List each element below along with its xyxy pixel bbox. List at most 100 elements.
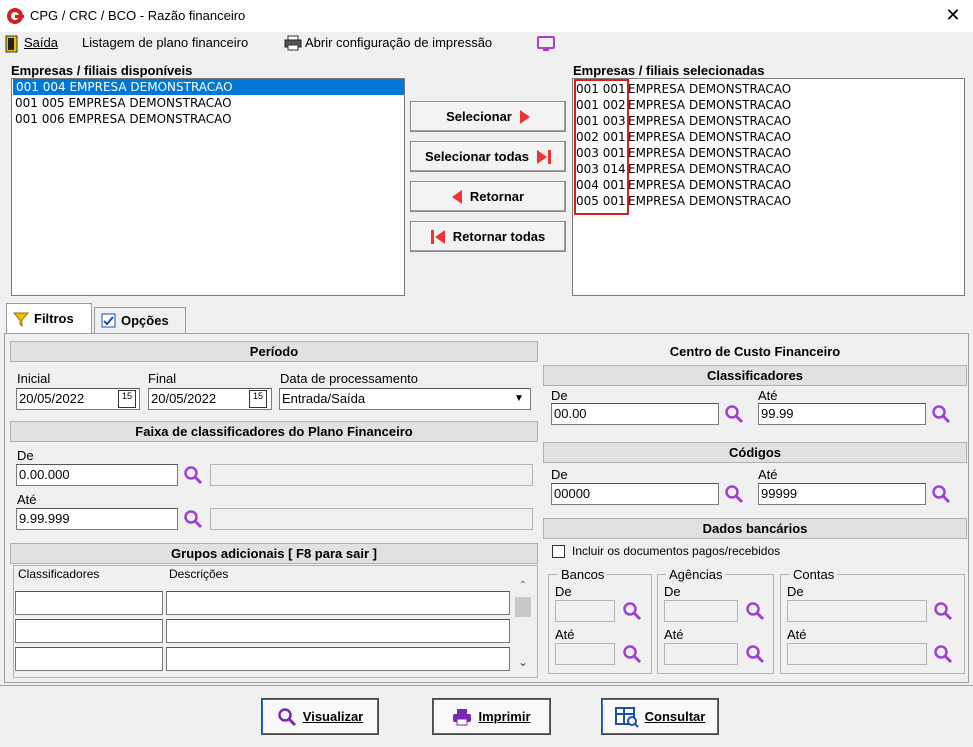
agencies-to-input[interactable] xyxy=(664,643,738,665)
table-search-icon xyxy=(614,706,639,728)
cost-codes-to-input[interactable]: 99999 xyxy=(758,483,926,505)
code-highlight-box xyxy=(574,79,629,215)
processing-date-label: Data de processamento xyxy=(280,371,419,386)
agencies-from-input[interactable] xyxy=(664,600,738,622)
grid-cell-description[interactable] xyxy=(166,591,510,615)
return-all-button[interactable]: Retornar todas xyxy=(410,221,566,252)
query-button[interactable]: Consultar xyxy=(601,698,719,735)
agencies-to-label: Até xyxy=(664,627,684,642)
selected-list[interactable]: 001 001 EMPRESA DEMONSTRACAO 001 002 EMPRE… xyxy=(572,78,965,296)
arrow-right-icon xyxy=(519,109,530,124)
cost-codes-from-input[interactable]: 00000 xyxy=(551,483,719,505)
range-to-label: Até xyxy=(17,492,37,507)
calendar-icon[interactable]: 15 xyxy=(249,390,267,408)
tab-filters[interactable]: Filtros xyxy=(6,303,92,333)
close-button[interactable]: ✕ xyxy=(940,4,966,28)
return-button[interactable]: Retornar xyxy=(410,181,566,212)
accounts-group-title: Contas xyxy=(790,567,838,582)
accounts-from-input[interactable] xyxy=(787,600,927,622)
arrow-left-icon xyxy=(451,189,462,204)
include-paid-label: Incluir os documentos pagos/recebidos xyxy=(572,544,781,558)
grid-cell-classifier[interactable] xyxy=(15,647,163,671)
list-item[interactable]: 001 005 EMPRESA DEMONSTRACAO xyxy=(12,95,404,111)
search-icon[interactable] xyxy=(622,601,642,621)
cost-center-title: Centro de Custo Financeiro xyxy=(669,344,841,359)
chevron-down-icon[interactable]: ⌄ xyxy=(513,655,533,669)
app-logo-icon xyxy=(7,8,24,24)
print-button[interactable]: Imprimir xyxy=(432,698,551,735)
printer-icon xyxy=(284,35,302,51)
search-icon[interactable] xyxy=(745,644,765,664)
cost-codes-from-label: De xyxy=(551,467,568,482)
available-list[interactable]: 001 004 EMPRESA DEMONSTRACAO 001 005 EMP… xyxy=(11,78,405,296)
grid-col-descriptions: Descrições xyxy=(169,567,229,581)
cost-class-to-label: Até xyxy=(758,388,778,403)
accounts-to-label: Até xyxy=(787,627,807,642)
menu-plan-listing[interactable]: Listagem de plano financeiro xyxy=(82,35,248,50)
banks-from-input[interactable] xyxy=(555,600,615,622)
list-item[interactable]: 001 006 EMPRESA DEMONSTRACAO xyxy=(12,111,404,127)
search-icon[interactable] xyxy=(931,404,951,424)
list-item[interactable]: 001 001 EMPRESA DEMONSTRACAO xyxy=(573,81,964,97)
grid-cell-classifier[interactable] xyxy=(15,619,163,643)
view-button[interactable]: Visualizar xyxy=(261,698,379,735)
search-icon[interactable] xyxy=(183,509,203,529)
cost-class-from-input[interactable]: 00.00 xyxy=(551,403,719,425)
cost-codes-title: Códigos xyxy=(543,442,967,463)
range-from-input[interactable]: 0.00.000 xyxy=(16,464,178,486)
initial-label: Inicial xyxy=(17,371,51,386)
processing-date-select[interactable]: Entrada/Saída xyxy=(279,388,531,410)
cost-classifiers-title: Classificadores xyxy=(543,365,967,386)
list-item[interactable]: 005 001 EMPRESA DEMONSTRACAO xyxy=(573,193,964,209)
search-icon[interactable] xyxy=(183,465,203,485)
grid-col-classifiers: Classificadores xyxy=(18,567,100,581)
grid-scrollbar[interactable]: ⌃ ⌄ xyxy=(513,580,533,675)
search-icon[interactable] xyxy=(724,484,744,504)
final-label: Final xyxy=(148,371,177,386)
banks-to-label: Até xyxy=(555,627,575,642)
search-icon[interactable] xyxy=(933,601,953,621)
include-paid-checkbox[interactable] xyxy=(552,545,565,558)
menu-exit[interactable]: Saída xyxy=(24,35,58,50)
tab-options[interactable]: Opções xyxy=(94,307,186,333)
search-icon[interactable] xyxy=(745,601,765,621)
list-item[interactable]: 001 003 EMPRESA DEMONSTRACAO xyxy=(573,113,964,129)
list-item[interactable]: 001 002 EMPRESA DEMONSTRACAO xyxy=(573,97,964,113)
grid-cell-description[interactable] xyxy=(166,647,510,671)
monitor-icon[interactable] xyxy=(536,35,556,53)
menu-print-config[interactable]: Abrir configuração de impressão xyxy=(305,35,492,50)
range-from-label: De xyxy=(17,448,34,463)
calendar-icon[interactable]: 15 xyxy=(118,390,136,408)
range-to-description xyxy=(210,508,533,530)
list-item[interactable]: 004 001 EMPRESA DEMONSTRACAO xyxy=(573,177,964,193)
select-button[interactable]: Selecionar xyxy=(410,101,566,132)
available-label: Empresas / filiais disponíveis xyxy=(11,63,193,78)
list-item[interactable]: 003 014 EMPRESA DEMONSTRACAO xyxy=(573,161,964,177)
list-item[interactable]: 002 001 EMPRESA DEMONSTRACAO xyxy=(573,129,964,145)
chevron-up-icon[interactable]: ⌃ xyxy=(513,580,533,591)
scrollbar-thumb[interactable] xyxy=(515,597,531,617)
search-icon[interactable] xyxy=(622,644,642,664)
grid-cell-classifier[interactable] xyxy=(15,591,163,615)
list-item[interactable]: 003 001 EMPRESA DEMONSTRACAO xyxy=(573,145,964,161)
printer-icon xyxy=(453,708,472,725)
search-icon[interactable] xyxy=(724,404,744,424)
grid-cell-description[interactable] xyxy=(166,619,510,643)
window-title: CPG / CRC / BCO - Razão financeiro xyxy=(30,8,246,23)
search-icon[interactable] xyxy=(933,644,953,664)
groups-title: Grupos adicionais [ F8 para sair ] xyxy=(10,543,538,564)
bank-title: Dados bancários xyxy=(543,518,967,539)
select-all-button[interactable]: Selecionar todas xyxy=(410,141,566,172)
filter-funnel-icon xyxy=(13,312,29,327)
cost-class-to-input[interactable]: 99.99 xyxy=(758,403,926,425)
range-to-input[interactable]: 9.99.999 xyxy=(16,508,178,530)
list-item[interactable]: 001 004 EMPRESA DEMONSTRACAO xyxy=(13,79,404,95)
accounts-to-input[interactable] xyxy=(787,643,927,665)
search-icon xyxy=(278,707,296,726)
search-icon[interactable] xyxy=(931,484,951,504)
arrow-left-end-icon xyxy=(430,229,445,244)
arrow-right-end-icon xyxy=(537,149,552,164)
banks-to-input[interactable] xyxy=(555,643,615,665)
chevron-down-icon[interactable]: ▼ xyxy=(509,390,529,408)
exit-door-icon xyxy=(5,35,18,53)
